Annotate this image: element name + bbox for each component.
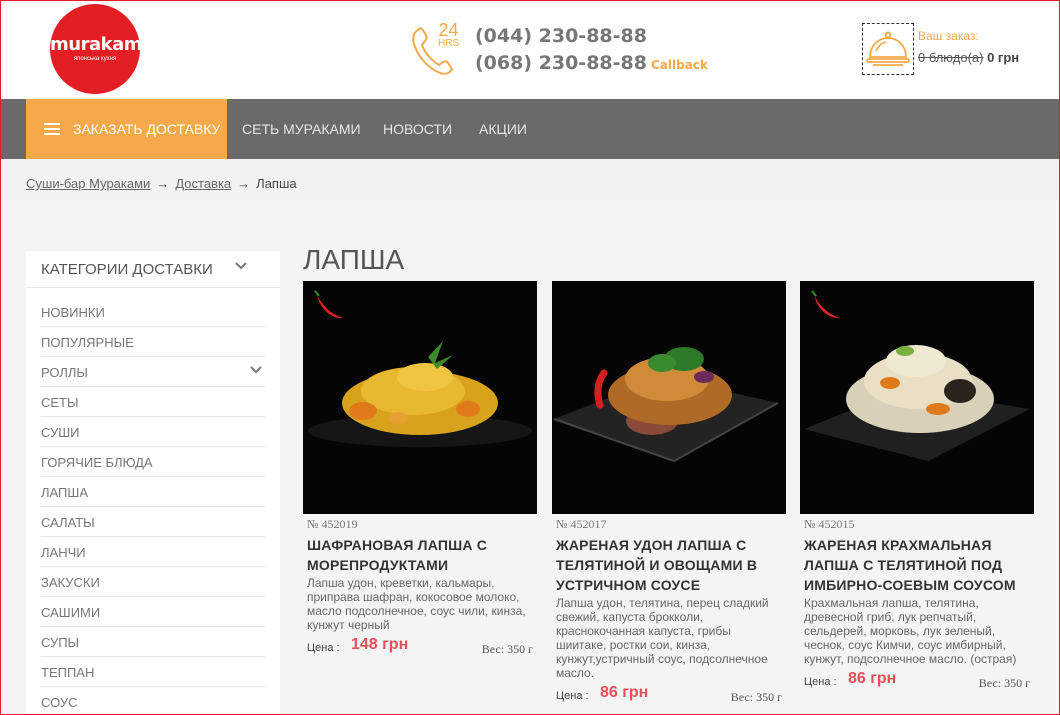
main-nav: ЗАКАЗАТЬ ДОСТАВКУ СЕТЬ МУРАКАМИ НОВОСТИ … <box>1 99 1059 159</box>
cart-label[interactable]: Ваш заказ: <box>918 29 979 43</box>
sidebar-header[interactable]: КАТЕГОРИИ ДОСТАВКИ <box>26 251 280 288</box>
nav-link-network[interactable]: СЕТЬ МУРАКАМИ <box>242 121 361 137</box>
header: murakami японська кухня 24 HRS (044) 230… <box>1 1 1059 99</box>
product-photo[interactable] <box>800 281 1034 514</box>
order-delivery-label: ЗАКАЗАТЬ ДОСТАВКУ <box>73 121 221 137</box>
price-label: Цена : <box>804 676 837 688</box>
product-title[interactable]: ЖАРЕНАЯ УДОН ЛАПША С ТЕЛЯТИНОЙ И ОВОЩАМИ… <box>556 535 784 595</box>
product-card: № 452019 ШАФРАНОВАЯ ЛАПША С МОРЕПРОДУКТА… <box>303 281 537 714</box>
page-title: ЛАПША <box>303 244 405 275</box>
sidebar-item-snacks[interactable]: ЗАКУСКИ <box>41 567 265 597</box>
product-sku: № 452017 <box>556 517 607 531</box>
callback-link[interactable]: Callback <box>651 58 708 72</box>
phone-2[interactable]: (068) 230-88-88 <box>475 52 647 74</box>
price-label: Цена : <box>556 690 589 702</box>
hours-label: HRS <box>438 38 460 49</box>
logo[interactable]: murakami японська кухня <box>50 4 148 94</box>
sidebar-item-lunches[interactable]: ЛАНЧИ <box>41 537 265 567</box>
product-description: Крахмальная лапша, телятина, древесной г… <box>804 596 1017 666</box>
breadcrumb-separator: → <box>237 176 251 191</box>
menu-icon <box>44 120 60 138</box>
price-row: Цена : 86 грн Вес: 350 г <box>804 670 1030 692</box>
chevron-down-icon[interactable] <box>234 259 248 273</box>
product-photo[interactable] <box>552 281 786 514</box>
breadcrumb-delivery[interactable]: Доставка <box>175 176 231 191</box>
product-photo[interactable] <box>303 281 537 514</box>
product-title[interactable]: ЖАРЕНАЯ КРАХМАЛЬНАЯ ЛАПША С ТЕЛЯТИНОЙ ПО… <box>804 535 1032 595</box>
sidebar-item-new[interactable]: НОВИНКИ <box>41 297 265 327</box>
product-description: Лапша удон, телятина, перец сладкий свеж… <box>556 596 769 680</box>
product-weight: Вес: 350 г <box>730 690 782 704</box>
product-price: 148 грн <box>351 636 409 653</box>
product-sku: № 452015 <box>804 517 855 531</box>
category-sidebar: КАТЕГОРИИ ДОСТАВКИ НОВИНКИ ПОПУЛЯРНЫЕ РО… <box>26 251 280 714</box>
sidebar-title: КАТЕГОРИИ ДОСТАВКИ <box>41 261 213 278</box>
logo-name: murakami <box>50 34 148 55</box>
cart-dishes: 0 блюдо(а) <box>918 50 984 65</box>
dish-image <box>804 290 1030 461</box>
phone-numbers: (044) 230-88-88 (068) 230-88-88 Callback <box>475 23 708 79</box>
sidebar-item-sashimi[interactable]: САШИМИ <box>41 597 265 627</box>
hours-number: 24 <box>438 20 459 40</box>
dish-image <box>308 290 532 447</box>
sidebar-item-noodles[interactable]: ЛАПША <box>41 477 265 507</box>
sidebar-item-salads[interactable]: САЛАТЫ <box>41 507 265 537</box>
product-weight: Вес: 350 г <box>978 676 1030 690</box>
cart-summary[interactable]: 0 блюдо(а) 0 грн <box>918 50 1019 65</box>
product-card: № 452017 ЖАРЕНАЯ УДОН ЛАПША С ТЕЛЯТИНОЙ … <box>552 281 786 714</box>
breadcrumb: Суши-бар Мураками → Доставка → Лапша <box>1 159 1059 201</box>
sidebar-item-sauce[interactable]: СОУС <box>41 687 265 714</box>
chevron-down-icon[interactable] <box>249 363 263 377</box>
product-card: № 452015 ЖАРЕНАЯ КРАХМАЛЬНАЯ ЛАПША С ТЕЛ… <box>800 281 1034 714</box>
product-description: Лапша удон, креветки, кальмары, приправа… <box>307 576 526 632</box>
breadcrumb-separator: → <box>156 176 170 191</box>
breadcrumb-current: Лапша <box>256 176 297 191</box>
logo-tagline: японська кухня <box>73 56 117 62</box>
cloche-icon <box>866 31 910 66</box>
sidebar-item-teppan[interactable]: ТЕППАН <box>41 657 265 687</box>
nav-link-promotions[interactable]: АКЦИИ <box>479 121 527 137</box>
cart-total: 0 грн <box>987 50 1020 65</box>
product-title[interactable]: ШАФРАНОВАЯ ЛАПША С МОРЕПРОДУКТАМИ <box>307 535 535 575</box>
product-price: 86 грн <box>848 670 897 687</box>
sidebar-item-soups[interactable]: СУПЫ <box>41 627 265 657</box>
breadcrumb-home[interactable]: Суши-бар Мураками <box>26 176 150 191</box>
price-row: Цена : 148 грн Вес: 350 г <box>307 636 533 658</box>
sidebar-item-popular[interactable]: ПОПУЛЯРНЫЕ <box>41 327 265 357</box>
page: murakami японська кухня 24 HRS (044) 230… <box>1 1 1059 714</box>
sidebar-item-sets[interactable]: СЕТЫ <box>41 387 265 417</box>
sidebar-item-rolls[interactable]: РОЛЛЫ <box>41 357 265 387</box>
product-sku: № 452019 <box>307 517 358 531</box>
sidebar-item-label: РОЛЛЫ <box>41 365 88 380</box>
sidebar-item-sushi[interactable]: СУШИ <box>41 417 265 447</box>
dish-image <box>553 347 779 463</box>
cart-cloche-icon[interactable] <box>862 23 914 75</box>
product-weight: Вес: 350 г <box>481 642 533 656</box>
price-label: Цена : <box>307 642 340 654</box>
price-row: Цена : 86 грн Вес: 350 г <box>556 684 782 706</box>
order-delivery-button[interactable]: ЗАКАЗАТЬ ДОСТАВКУ <box>26 99 227 159</box>
nav-link-news[interactable]: НОВОСТИ <box>383 121 452 137</box>
phone-1[interactable]: (044) 230-88-88 <box>475 23 708 50</box>
sidebar-item-hot-dishes[interactable]: ГОРЯЧИЕ БЛЮДА <box>41 447 265 477</box>
hours-badge: 24 HRS <box>438 21 459 49</box>
product-price: 86 грн <box>600 684 649 701</box>
